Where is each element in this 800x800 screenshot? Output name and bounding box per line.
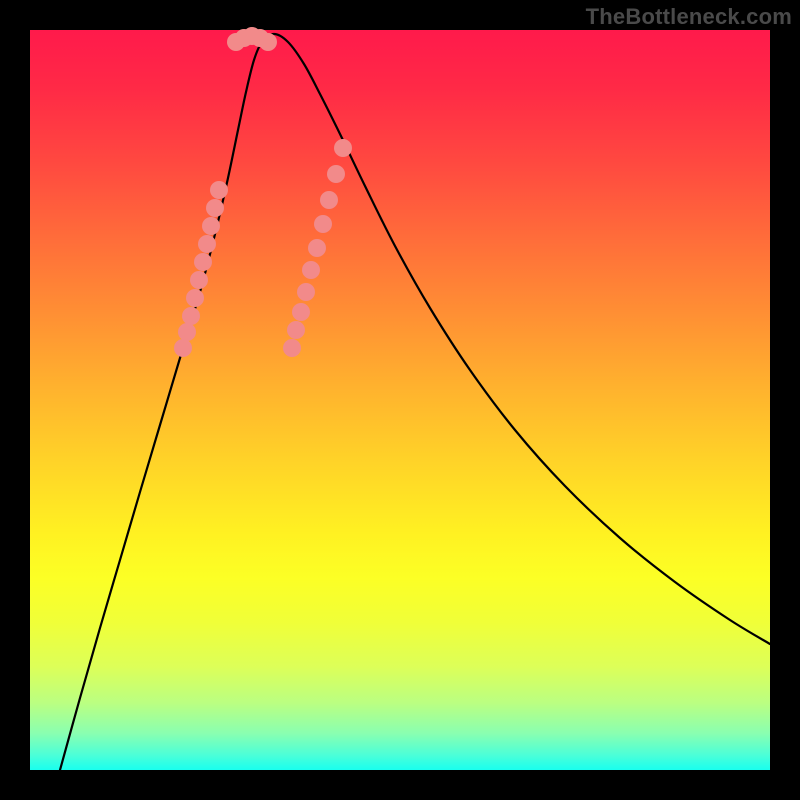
marker-dot	[182, 307, 200, 325]
marker-dot	[198, 235, 216, 253]
marker-dot	[194, 253, 212, 271]
plot-area	[30, 30, 770, 770]
marker-dot	[327, 165, 345, 183]
marker-dot	[259, 33, 277, 51]
marker-dot	[308, 239, 326, 257]
marker-dot	[314, 215, 332, 233]
marker-dot	[202, 217, 220, 235]
marker-dot	[190, 271, 208, 289]
marker-dot	[186, 289, 204, 307]
chart-markers	[174, 27, 352, 357]
marker-dot	[302, 261, 320, 279]
marker-dot	[320, 191, 338, 209]
marker-dot	[210, 181, 228, 199]
marker-dot	[334, 139, 352, 157]
marker-dot	[206, 199, 224, 217]
marker-dot	[292, 303, 310, 321]
marker-dot	[297, 283, 315, 301]
marker-dot	[174, 339, 192, 357]
marker-dot	[283, 339, 301, 357]
bottleneck-curve	[60, 34, 770, 770]
chart-svg	[30, 30, 770, 770]
marker-dot	[287, 321, 305, 339]
watermark-text: TheBottleneck.com	[586, 4, 792, 30]
chart-frame: TheBottleneck.com	[0, 0, 800, 800]
marker-dot	[178, 323, 196, 341]
